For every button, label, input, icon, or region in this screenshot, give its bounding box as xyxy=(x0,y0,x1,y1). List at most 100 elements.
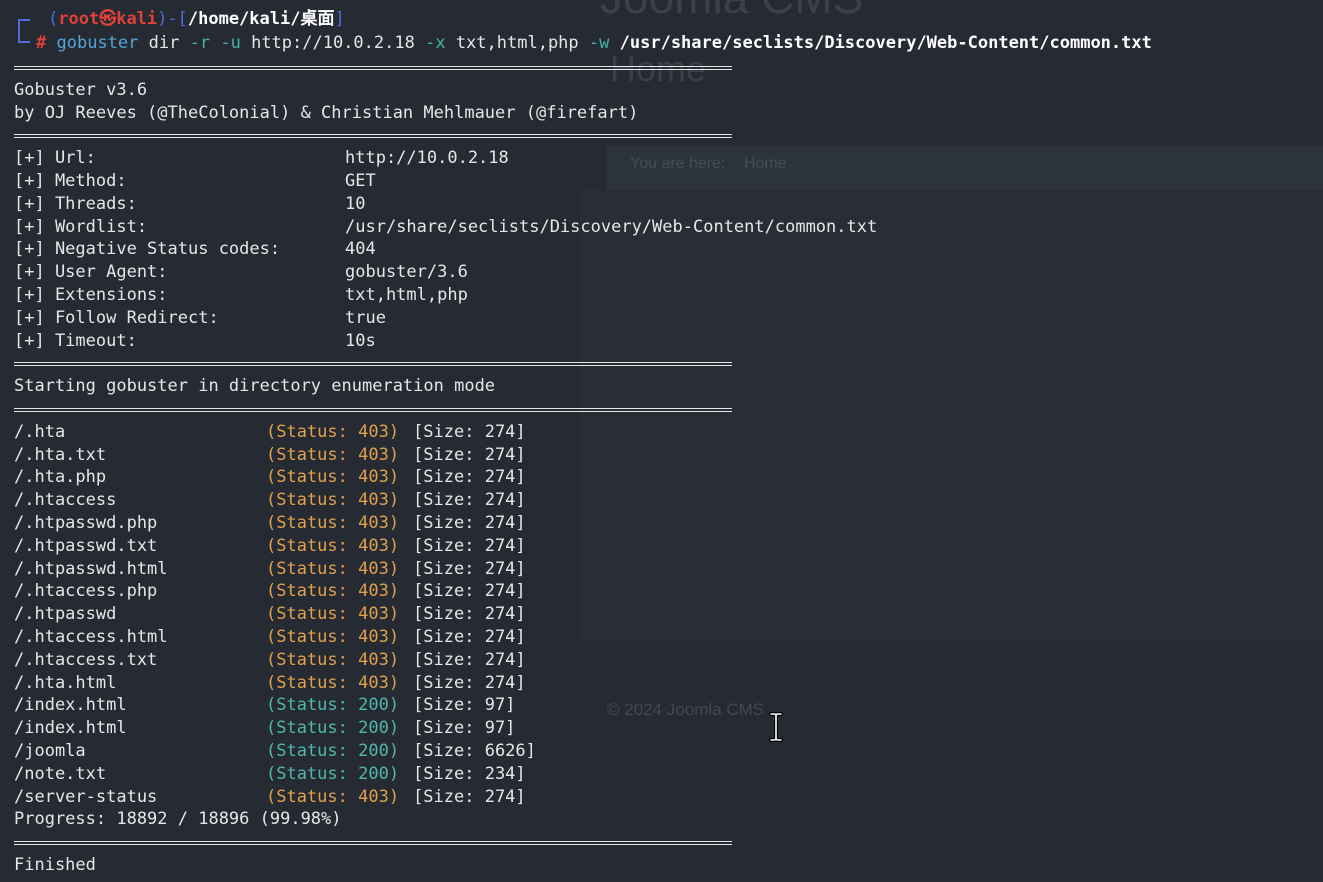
flag-w: -w xyxy=(588,33,610,53)
command-wordlist: /usr/share/seclists/Discovery/Web-Conten… xyxy=(619,33,1152,53)
result-path: /.hta.txt xyxy=(14,444,107,465)
config-row: [+] Extensions: txt,html,php xyxy=(14,284,1323,307)
result-status: (Status: 403) xyxy=(266,535,400,556)
result-row: /joomla (Status: 200) [Size: 6626] xyxy=(14,740,1323,763)
config-value: GET xyxy=(345,170,376,191)
config-value: http://10.0.2.18 xyxy=(345,148,509,169)
result-row: /.htpasswd.php (Status: 403) [Size: 274] xyxy=(14,512,1323,535)
result-size: [Size: 274] xyxy=(413,490,526,511)
config-value: 10s xyxy=(345,330,376,351)
result-path: /index.html xyxy=(14,695,127,716)
config-key: [+] User Agent: xyxy=(14,262,168,283)
config-row: [+] Follow Redirect: true xyxy=(14,307,1323,330)
result-status: (Status: 403) xyxy=(266,490,400,511)
result-path: /.htpasswd.php xyxy=(14,512,158,533)
config-key: [+] Extensions: xyxy=(14,284,168,305)
config-value: gobuster/3.6 xyxy=(345,262,468,283)
config-key: [+] Timeout: xyxy=(14,330,137,351)
config-key: [+] Url: xyxy=(14,148,96,169)
result-row: /note.txt (Status: 200) [Size: 234] xyxy=(14,763,1323,786)
result-row: /server-status (Status: 403) [Size: 274] xyxy=(14,786,1323,809)
result-size: [Size: 274] xyxy=(413,581,526,602)
config-key: [+] Wordlist: xyxy=(14,216,148,237)
result-row: /.hta.php (Status: 403) [Size: 274] xyxy=(14,466,1323,489)
result-row: /.hta (Status: 403) [Size: 274] xyxy=(14,421,1323,444)
result-status: (Status: 403) xyxy=(266,467,400,488)
result-size: [Size: 274] xyxy=(413,512,526,533)
result-path: /note.txt xyxy=(14,763,107,784)
result-row: /.htaccess.txt (Status: 403) [Size: 274] xyxy=(14,649,1323,672)
terminal-output[interactable]: (root㉿kali)-[/home/kali/桌面] # gobuster d… xyxy=(14,8,1323,877)
config-value: true xyxy=(345,307,386,328)
prompt-frame-top xyxy=(18,19,30,30)
result-size: [Size: 274] xyxy=(413,626,526,647)
config-key: [+] Threads: xyxy=(14,193,137,214)
result-path: /.htaccess.php xyxy=(14,581,158,602)
result-path: /.hta.php xyxy=(14,467,107,488)
result-path: /index.html xyxy=(14,718,127,739)
result-status: (Status: 200) xyxy=(266,718,400,739)
config-row: [+] Method: GET xyxy=(14,170,1323,193)
result-status: (Status: 403) xyxy=(266,512,400,533)
prompt-path: /home/kali/桌面 xyxy=(187,9,335,29)
progress-text: Progress: 18892 / 18896 (99.98%) xyxy=(14,809,342,830)
result-row: /.htpasswd (Status: 403) [Size: 274] xyxy=(14,603,1323,626)
command-subcommand: dir xyxy=(148,33,180,53)
result-path: /.htaccess.html xyxy=(14,626,168,647)
separator xyxy=(14,56,732,79)
result-status: (Status: 403) xyxy=(266,444,400,465)
result-size: [Size: 274] xyxy=(413,535,526,556)
result-path: /server-status xyxy=(14,786,158,807)
prompt-at-symbol: ㉿ xyxy=(99,9,117,29)
config-value: 404 xyxy=(345,239,376,260)
result-row: /.htaccess.html (Status: 403) [Size: 274] xyxy=(14,626,1323,649)
config-row: [+] Negative Status codes: 404 xyxy=(14,238,1323,261)
result-size: [Size: 274] xyxy=(413,467,526,488)
result-path: /.hta xyxy=(14,421,66,442)
result-size: [Size: 6626] xyxy=(413,740,536,761)
result-status: (Status: 200) xyxy=(266,740,400,761)
result-row: /index.html (Status: 200) [Size: 97] xyxy=(14,694,1323,717)
flag-u: -u xyxy=(220,33,241,53)
config-key: [+] Method: xyxy=(14,170,127,191)
result-row: /index.html (Status: 200) [Size: 97] xyxy=(14,717,1323,740)
separator xyxy=(14,831,732,854)
prompt-frame-bottom xyxy=(18,30,30,43)
config-row: [+] Url: http://10.0.2.18 xyxy=(14,147,1323,170)
result-size: [Size: 274] xyxy=(413,604,526,625)
config-row: [+] Timeout: 10s xyxy=(14,330,1323,353)
prompt-header: (root㉿kali)-[/home/kali/桌面] xyxy=(14,8,1323,30)
result-status: (Status: 403) xyxy=(266,649,400,670)
prompt-host: kali xyxy=(116,9,158,29)
result-path: /.htaccess xyxy=(14,490,117,511)
result-path: /.hta.html xyxy=(14,672,117,693)
result-path: /joomla xyxy=(14,740,86,761)
result-size: [Size: 274] xyxy=(413,786,526,807)
command-name: gobuster xyxy=(56,33,139,53)
result-path: /.htaccess.txt xyxy=(14,649,158,670)
result-size: [Size: 97] xyxy=(413,695,516,716)
banner-version: Gobuster v3.6 xyxy=(14,79,148,100)
result-path: /.htpasswd.txt xyxy=(14,535,158,556)
command-line[interactable]: # gobuster dir -r -u http://10.0.2.18 -x… xyxy=(14,30,1323,56)
result-size: [Size: 274] xyxy=(413,421,526,442)
config-value: txt,html,php xyxy=(345,284,468,305)
result-row: /.htpasswd.html (Status: 403) [Size: 274] xyxy=(14,558,1323,581)
flag-x: -x xyxy=(425,33,446,53)
result-row: /.htaccess (Status: 403) [Size: 274] xyxy=(14,489,1323,512)
start-message: Starting gobuster in directory enumerati… xyxy=(14,376,496,397)
result-status: (Status: 403) xyxy=(266,421,400,442)
config-value: 10 xyxy=(345,193,366,214)
result-status: (Status: 200) xyxy=(266,695,400,716)
finished-text: Finished xyxy=(14,854,96,875)
result-size: [Size: 274] xyxy=(413,558,526,579)
result-size: [Size: 97] xyxy=(413,718,516,739)
config-row: [+] Threads: 10 xyxy=(14,193,1323,216)
banner-authors: by OJ Reeves (@TheColonial) & Christian … xyxy=(14,102,639,123)
result-path: /.htpasswd xyxy=(14,604,117,625)
result-size: [Size: 234] xyxy=(413,763,526,784)
command-url: http://10.0.2.18 xyxy=(251,33,415,53)
result-status: (Status: 403) xyxy=(266,558,400,579)
result-status: (Status: 403) xyxy=(266,626,400,647)
prompt-symbol: # xyxy=(36,33,47,53)
